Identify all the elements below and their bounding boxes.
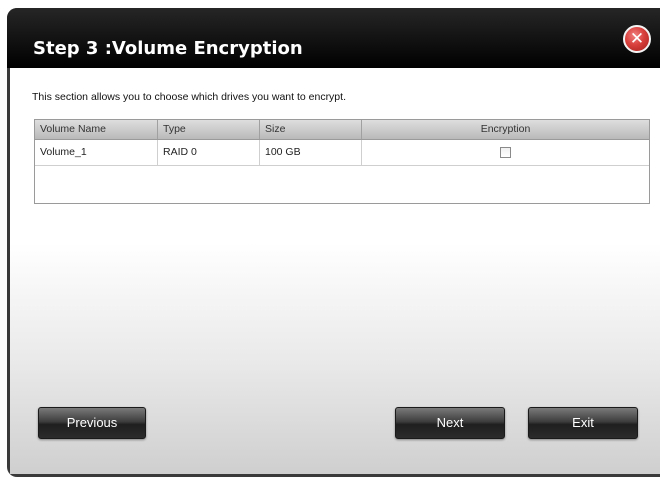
volume-name-cell: Volume_1 (35, 140, 158, 165)
column-header-volume-name: Volume Name (35, 120, 158, 139)
next-button[interactable]: Next (395, 407, 505, 439)
column-header-encryption: Encryption (480, 123, 531, 135)
volume-size-cell: 100 GB (260, 140, 362, 165)
dialog-title: Step 3 :Volume Encryption (33, 38, 303, 59)
previous-button[interactable]: Previous (38, 407, 146, 439)
encryption-checkbox[interactable] (500, 147, 511, 158)
volume-type-cell: RAID 0 (158, 140, 260, 165)
dialog-content: This section allows you to choose which … (10, 68, 660, 474)
table-row: Volume_1 RAID 0 100 GB (35, 140, 649, 166)
column-header-type: Type (158, 120, 260, 139)
close-icon[interactable]: ✕ (623, 25, 651, 53)
table-header: Volume Name Type Size Encryption (35, 120, 649, 140)
encryption-cell (362, 140, 649, 165)
dialog-titlebar: Step 3 :Volume Encryption (7, 8, 660, 68)
column-header-size: Size (260, 120, 362, 139)
volume-table: Volume Name Type Size Encryption Volume_… (34, 119, 650, 204)
section-description: This section allows you to choose which … (32, 91, 346, 103)
exit-button[interactable]: Exit (528, 407, 638, 439)
